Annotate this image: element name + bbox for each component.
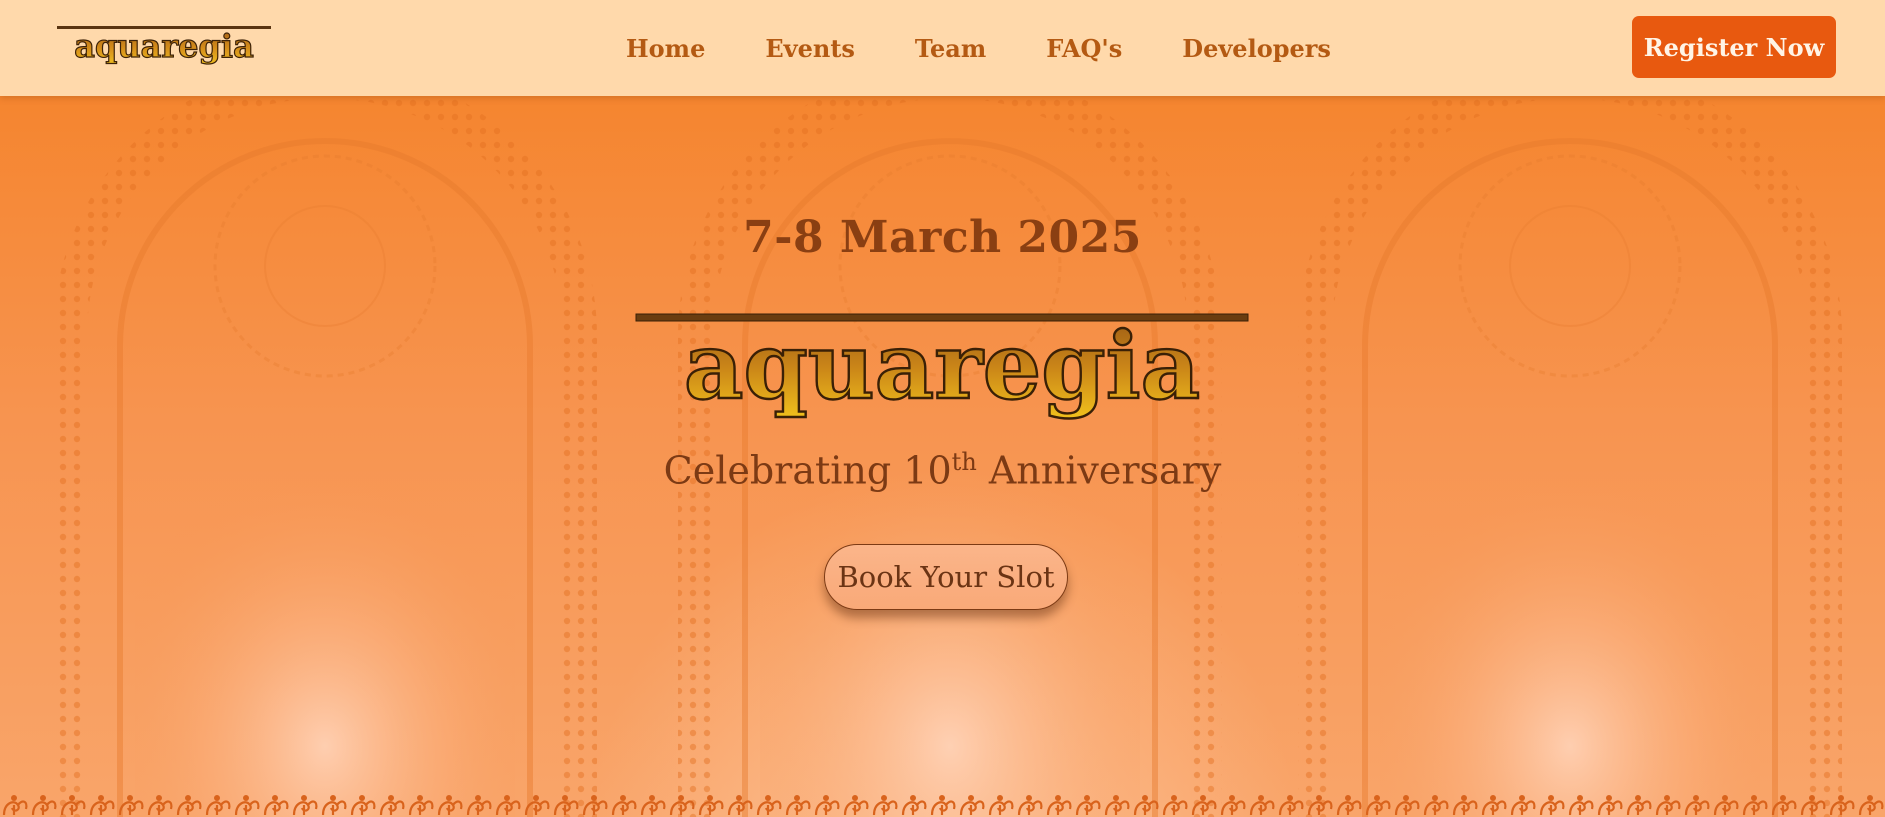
hero-section: 7-8 March 2025 aquaregia Celebrating 10t…	[0, 96, 1885, 817]
nav-link-team[interactable]: Team	[915, 34, 986, 63]
anniversary-suffix: Anniversary	[976, 448, 1222, 493]
brand-logo-text: aquaregia	[74, 27, 254, 65]
nav-link-events[interactable]: Events	[765, 34, 855, 63]
nav-link-home[interactable]: Home	[626, 34, 705, 63]
anniversary-sup: th	[951, 448, 977, 476]
brand-logo[interactable]: aquaregia	[56, 22, 272, 70]
register-now-button[interactable]: Register Now	[1632, 16, 1836, 78]
anniversary-prefix: Celebrating 10	[663, 448, 952, 493]
hero-logo-text: aquaregia	[684, 312, 1200, 420]
book-your-slot-button[interactable]: Book Your Slot	[824, 544, 1068, 610]
anniversary-text: Celebrating 10th Anniversary	[0, 448, 1885, 493]
event-date: 7-8 March 2025	[743, 212, 1142, 263]
navbar: aquaregia Home Events Team FAQ's Develop…	[0, 0, 1885, 96]
floral-border	[0, 791, 1885, 817]
nav-link-developers[interactable]: Developers	[1182, 34, 1331, 63]
nav-links: Home Events Team FAQ's Developers	[600, 0, 1361, 96]
aquaregia-logo: aquaregia	[635, 311, 1249, 421]
nav-link-faqs[interactable]: FAQ's	[1046, 34, 1122, 63]
